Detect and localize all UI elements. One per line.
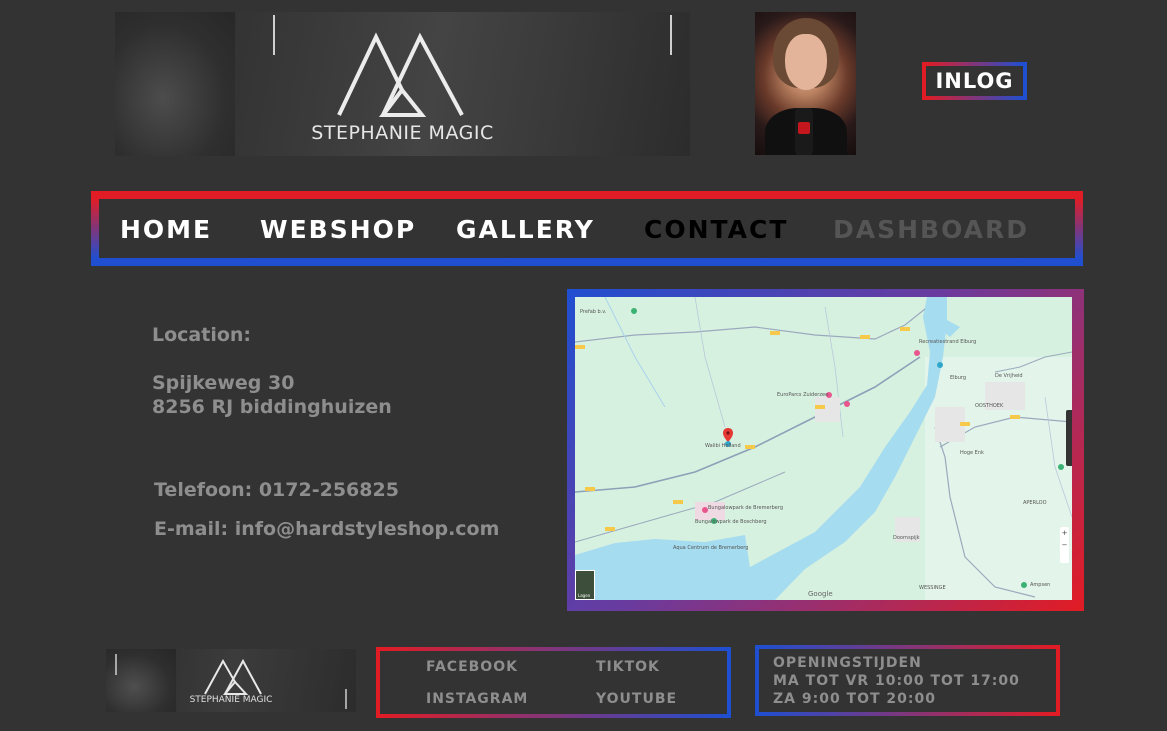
map-label-bremerberg: Bungalowpark de Bremerberg [708, 505, 784, 511]
location-map[interactable]: Walibi Holland EuroParcs Zuiderzee Bunga… [575, 297, 1072, 600]
map-label-wessinge: WESSINGE [919, 585, 946, 591]
map-label-recreatie: Recreatiestrand Elburg [919, 339, 977, 345]
nav-item-dashboard[interactable]: DASHBOARD [833, 215, 1029, 244]
footer-logo: STEPHANIE MAGIC [106, 649, 356, 712]
brand-name: STEPHANIE MAGIC [311, 122, 494, 144]
nav-item-contact[interactable]: CONTACT [644, 215, 788, 244]
map-label-vrijheid: De Vrijheid [995, 373, 1023, 379]
email-address: E-mail: info@hardstyleshop.com [154, 518, 500, 540]
map-frame: Walibi Holland EuroParcs Zuiderzee Bunga… [567, 289, 1084, 611]
instagram-link[interactable]: INSTAGRAM [426, 691, 528, 707]
opening-hours-title: OPENINGSTIJDEN [773, 655, 922, 671]
map-label-elburg: Elburg [950, 375, 967, 381]
login-button[interactable]: INLOG [922, 62, 1027, 100]
map-label-boschberg: Bungalowpark de Boschberg [695, 519, 767, 525]
map-label-prefab: Prefab b.v. [580, 309, 607, 315]
map-zoom-controls[interactable]: + − [1060, 527, 1069, 563]
facebook-link[interactable]: FACEBOOK [426, 659, 518, 675]
map-label-walibi: Walibi Holland [705, 443, 741, 449]
map-label-hoge-enk: Hoge Enk [960, 450, 984, 456]
map-label-oosthoek: OOSTHOEK [975, 403, 1004, 409]
nav-item-gallery[interactable]: GALLERY [456, 215, 595, 244]
header-banner: STEPHANIE MAGIC [115, 12, 690, 156]
map-label-doornspijk: Doornspijk [893, 535, 920, 541]
map-label-europarcs: EuroParcs Zuiderzee [777, 392, 829, 398]
address-city: 8256 RJ biddinghuizen [152, 396, 392, 418]
social-links: FACEBOOK TIKTOK INSTAGRAM YOUTUBE [376, 647, 731, 718]
map-label-ampsen: Ampsen [1030, 582, 1051, 588]
footer-brand-name: STEPHANIE MAGIC [189, 695, 273, 705]
location-heading: Location: [152, 324, 252, 346]
main-navigation: HOME WEBSHOP GALLERY CONTACT DASHBOARD [91, 191, 1083, 266]
address-street: Spijkeweg 30 [152, 372, 295, 394]
opening-hours-weekdays: MA TOT VR 10:00 TOT 17:00 [773, 673, 1020, 689]
opening-hours: OPENINGSTIJDEN MA TOT VR 10:00 TOT 17:00… [755, 645, 1060, 716]
tiktok-link[interactable]: TIKTOK [596, 659, 660, 675]
youtube-link[interactable]: YOUTUBE [596, 691, 677, 707]
presenter-photo [755, 12, 856, 155]
nav-item-webshop[interactable]: WEBSHOP [260, 215, 416, 244]
google-logo: Google [808, 590, 833, 598]
phone-number: Telefoon: 0172-256825 [154, 479, 399, 501]
map-layers-button[interactable]: Lagen [575, 570, 595, 600]
opening-hours-weekend: ZA 9:00 TOT 20:00 [773, 691, 936, 707]
map-terrain [575, 297, 1072, 600]
map-side-tab[interactable] [1066, 410, 1072, 466]
nav-item-home[interactable]: HOME [120, 215, 212, 244]
map-label-aqua: Aqua Centrum de Bremerberg [673, 545, 749, 551]
map-label-aperloo: APERLOO [1023, 500, 1047, 506]
